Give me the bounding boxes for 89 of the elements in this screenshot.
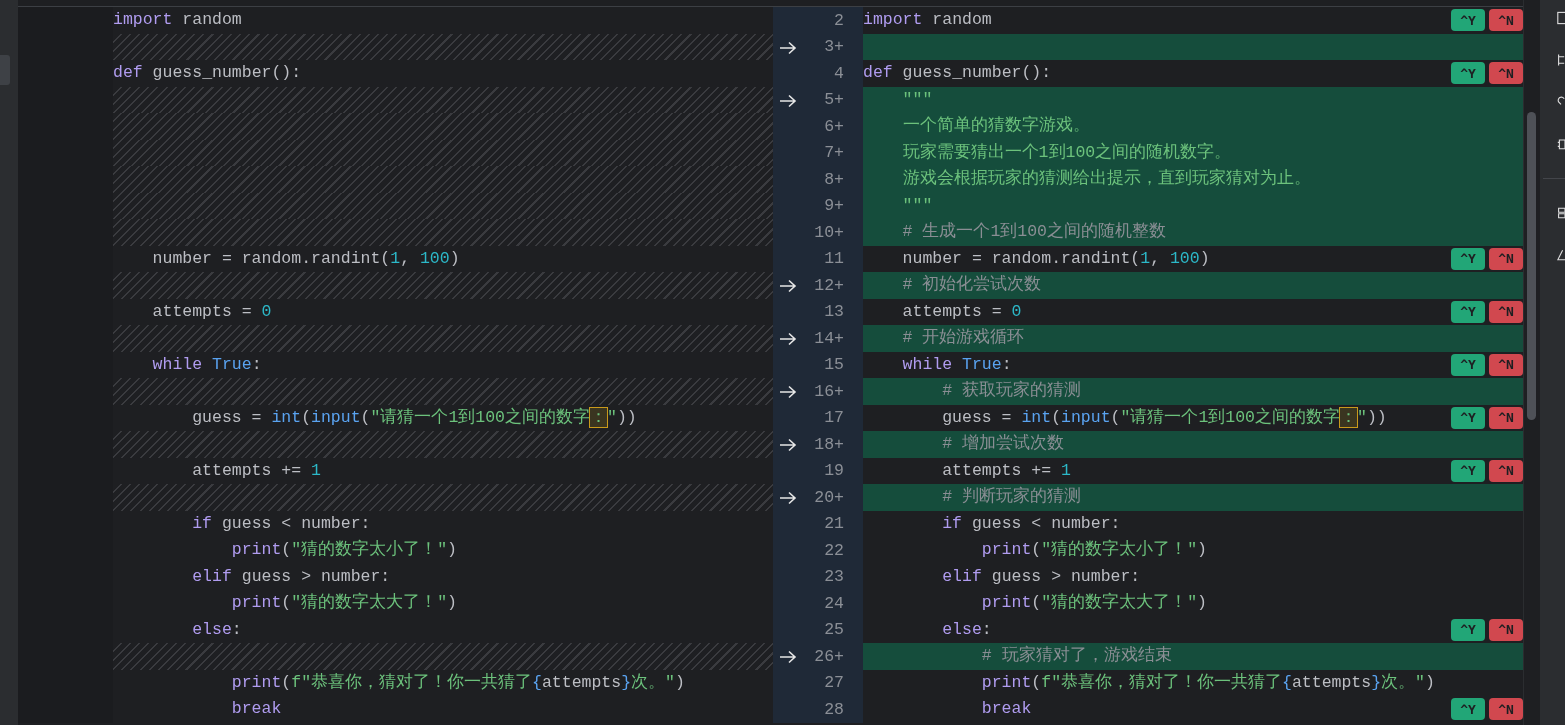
code-line: if guess < number: [941, 515, 1121, 532]
line-number: 25 [824, 620, 845, 640]
code-line: break [230, 701, 282, 718]
code-line: elif guess > number: [191, 568, 391, 585]
code-line: break [980, 701, 1032, 718]
code-line: else: [941, 621, 992, 638]
line-number: 4 [834, 63, 845, 83]
reject-button[interactable]: ^N [1489, 459, 1523, 482]
line-number: 13 [824, 302, 845, 322]
right-arrow-icon[interactable] [779, 491, 797, 505]
line-number: 28 [824, 699, 845, 719]
code-line: number = random.randint(1, 100) [151, 250, 460, 267]
code-line: while True: [901, 356, 1012, 373]
reject-button[interactable]: ^N [1489, 9, 1523, 32]
right-arrow-icon[interactable] [779, 93, 797, 108]
code-line: def guess_number(): [113, 65, 302, 82]
line-number: 10+ [814, 222, 845, 242]
line-number: 12+ [814, 275, 845, 295]
code-line: """ [901, 91, 933, 108]
code-line: attempts = 0 [901, 303, 1022, 320]
line-number: 7+ [824, 143, 845, 163]
structure-icon[interactable] [1557, 52, 1565, 68]
line-number: 20+ [814, 487, 845, 507]
reject-button[interactable]: ^N [1489, 353, 1523, 376]
code-line: else: [191, 621, 242, 638]
code-line: if guess < number: [191, 515, 371, 532]
line-number: 11 [824, 249, 845, 269]
right-arrow-icon[interactable] [779, 279, 797, 293]
code-line: while True: [151, 356, 262, 373]
accept-button[interactable]: ^Y [1451, 459, 1485, 482]
code-line: attempts += 1 [191, 462, 321, 479]
right-arrow-icon[interactable] [779, 438, 797, 452]
code-line: print(f"恭喜你，猜对了！你一共猜了{attempts}次。") [980, 674, 1435, 691]
accept-button[interactable]: ^Y [1451, 406, 1485, 429]
reject-button[interactable]: ^N [1489, 698, 1523, 721]
code-line: # 增加尝试次数 [941, 436, 1065, 453]
line-number: 19 [824, 461, 845, 481]
line-number: 16+ [814, 381, 845, 401]
code-line: number = random.randint(1, 100) [901, 250, 1210, 267]
code-line: """ [901, 197, 933, 214]
line-number: 8+ [824, 169, 845, 189]
warning-icon[interactable] [1557, 247, 1565, 263]
line-number: 14+ [814, 328, 845, 348]
line-number: 23 [824, 567, 845, 587]
reject-button[interactable]: ^N [1489, 300, 1523, 323]
line-number: 18+ [814, 434, 845, 454]
line-number: 17 [824, 408, 845, 428]
code-line: # 开始游戏循环 [901, 330, 1025, 347]
code-line: attempts += 1 [941, 462, 1071, 479]
line-number: 22 [824, 540, 845, 560]
line-number: 15 [824, 355, 845, 375]
code-line: import random [113, 12, 242, 29]
code-line: def guess_number(): [863, 65, 1052, 82]
line-number: 27 [824, 673, 845, 693]
code-line: attempts = 0 [151, 303, 272, 320]
code-line: import random [863, 12, 992, 29]
right-arrow-icon[interactable] [779, 332, 797, 346]
code-line: # 初始化尝试次数 [901, 277, 1042, 294]
accept-button[interactable]: ^Y [1451, 247, 1485, 270]
accept-button[interactable]: ^Y [1451, 9, 1485, 32]
reject-button[interactable]: ^N [1489, 247, 1523, 270]
line-number: 24 [824, 593, 845, 613]
scrollbar-thumb[interactable] [1527, 112, 1536, 420]
code-line: guess = int(input("请猜一个1到100之间的数字：")) [191, 409, 637, 426]
line-number: 26+ [814, 646, 845, 666]
line-number: 2 [834, 10, 845, 30]
line-number: 9+ [824, 196, 845, 216]
right-arrow-icon[interactable] [779, 40, 797, 55]
accept-button[interactable]: ^Y [1451, 698, 1485, 721]
line-number: 21 [824, 514, 845, 534]
code-line: 玩家需要猜出一个1到100之间的随机数字。 [901, 144, 1232, 161]
code-line: elif guess > number: [941, 568, 1141, 585]
accept-button[interactable]: ^Y [1451, 353, 1485, 376]
accept-button[interactable]: ^Y [1451, 62, 1485, 85]
bug-icon[interactable] [1557, 136, 1565, 152]
line-number: 6+ [824, 116, 845, 136]
right-arrow-icon[interactable] [779, 650, 797, 664]
accept-button[interactable]: ^Y [1451, 618, 1485, 641]
accept-button[interactable]: ^Y [1451, 300, 1485, 323]
reject-button[interactable]: ^N [1489, 406, 1523, 429]
right-arrow-icon[interactable] [779, 385, 797, 399]
code-line: guess = int(input("请猜一个1到100之间的数字：")) [941, 409, 1387, 426]
reject-button[interactable]: ^N [1489, 618, 1523, 641]
line-number: 5+ [824, 90, 845, 110]
grid-icon[interactable] [1557, 205, 1565, 221]
panel-icon[interactable] [1557, 10, 1565, 26]
code-line: print(f"恭喜你，猜对了！你一共猜了{attempts}次。") [230, 674, 685, 691]
reject-button[interactable]: ^N [1489, 62, 1523, 85]
line-number: 3+ [824, 37, 845, 57]
